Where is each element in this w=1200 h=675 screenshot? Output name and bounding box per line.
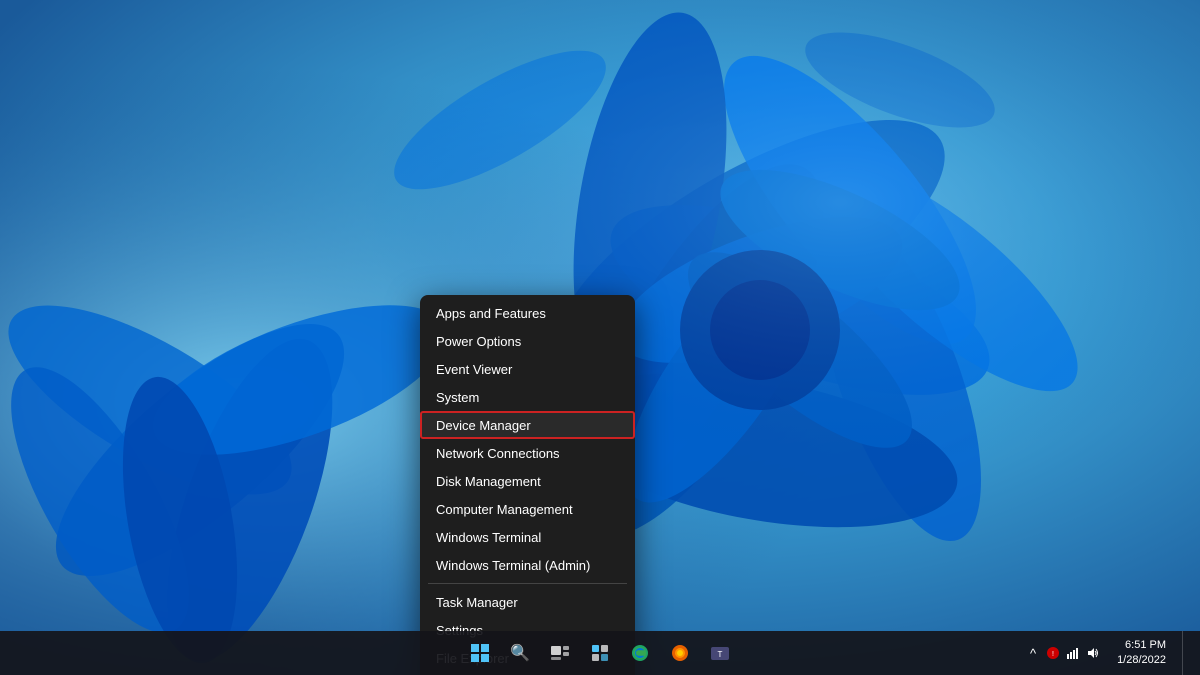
menu-item-system[interactable]: System [420,383,635,411]
menu-item-label-apps-features: Apps and Features [436,306,546,321]
taskbar: 🔍 [0,631,1200,675]
menu-item-label-network-connections: Network Connections [436,446,560,461]
menu-item-task-manager[interactable]: Task Manager [420,588,635,616]
taskview-button[interactable] [542,635,578,671]
clock[interactable]: 6:51 PM 1/28/2022 [1109,638,1174,669]
start-button[interactable] [462,635,498,671]
tray-network-icon[interactable] [1065,645,1081,661]
menu-item-event-viewer[interactable]: Event Viewer [420,355,635,383]
teams-button[interactable]: T [702,635,738,671]
taskbar-right: ^ ! [1025,631,1200,675]
menu-item-windows-terminal[interactable]: Windows Terminal [420,523,635,551]
show-desktop-button[interactable] [1182,631,1188,675]
menu-item-label-windows-terminal-admin: Windows Terminal (Admin) [436,558,590,573]
menu-item-label-windows-terminal: Windows Terminal [436,530,541,545]
clock-time: 6:51 PM [1117,638,1166,653]
taskbar-center: 🔍 [462,635,738,671]
context-menu: Apps and Features Power Options Event View… [420,295,635,675]
menu-item-label-system: System [436,390,479,405]
widgets-button[interactable] [582,635,618,671]
menu-item-network-connections[interactable]: Network Connections [420,439,635,467]
search-taskbar-button[interactable]: 🔍 [502,635,538,671]
menu-item-label-computer-management: Computer Management [436,502,573,517]
menu-separator-9 [428,583,627,584]
clock-date: 1/28/2022 [1117,653,1166,668]
menu-item-windows-terminal-admin[interactable]: Windows Terminal (Admin) [420,551,635,579]
menu-item-computer-management[interactable]: Computer Management [420,495,635,523]
tray-hidden-icons[interactable]: ^ [1025,645,1041,661]
menu-item-device-manager[interactable]: Device Manager [420,411,635,439]
svg-text:!: ! [1052,651,1054,658]
tray-volume-icon[interactable] [1085,645,1101,661]
firefox-button[interactable] [662,635,698,671]
menu-item-apps-features[interactable]: Apps and Features [420,299,635,327]
desktop: Apps and Features Power Options Event View… [0,0,1200,675]
svg-text:T: T [718,650,723,659]
menu-item-label-power-options: Power Options [436,334,521,349]
menu-item-label-device-manager: Device Manager [436,418,531,433]
menu-item-label-task-manager: Task Manager [436,595,518,610]
menu-item-power-options[interactable]: Power Options [420,327,635,355]
tray-security-icon[interactable]: ! [1045,645,1061,661]
system-tray: ^ ! [1025,645,1101,661]
menu-item-label-event-viewer: Event Viewer [436,362,512,377]
menu-item-label-disk-management: Disk Management [436,474,541,489]
edge-button[interactable] [622,635,658,671]
menu-item-disk-management[interactable]: Disk Management [420,467,635,495]
